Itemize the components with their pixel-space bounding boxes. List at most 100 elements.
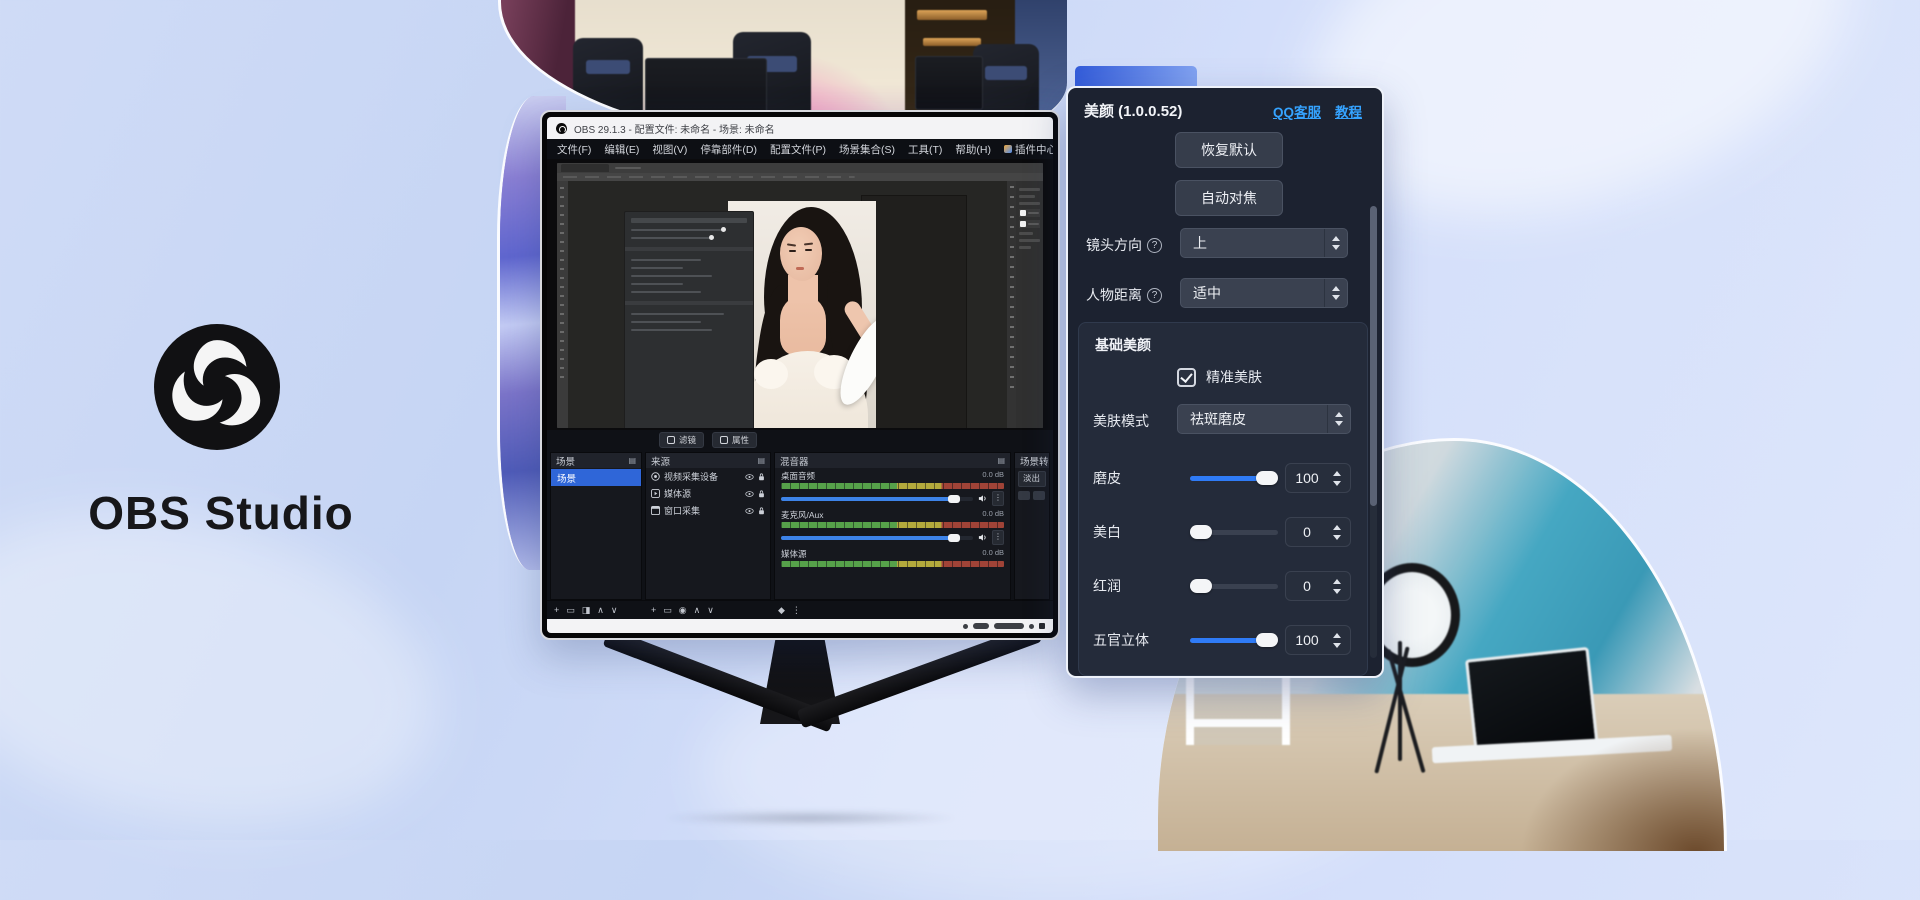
menu-scene-collection[interactable]: 场景集合(S) xyxy=(839,142,895,157)
volume-slider[interactable] xyxy=(781,536,973,540)
remove-scene-button[interactable]: ▭ xyxy=(566,605,575,616)
scenes-dock: 场景▤ 场景 xyxy=(550,452,642,600)
menu-help[interactable]: 帮助(H) xyxy=(955,142,991,157)
scene-item-selected[interactable]: 场景 xyxy=(551,469,641,486)
stepper-arrows[interactable] xyxy=(1324,279,1347,307)
status-pill xyxy=(973,623,989,629)
stepper-arrows[interactable] xyxy=(1327,405,1350,433)
window-icon xyxy=(651,506,660,515)
ps-floating-panel xyxy=(624,211,754,428)
lock-icon[interactable] xyxy=(758,507,765,515)
duplicate-scene-button[interactable]: ◨ xyxy=(582,605,591,616)
checkbox-checked[interactable] xyxy=(1177,368,1196,387)
stepper-arrows[interactable] xyxy=(1324,229,1347,257)
person-distance-select[interactable]: 适中 xyxy=(1180,278,1348,308)
whitening-slider-row: 美白 0 xyxy=(1079,517,1367,547)
slider-track[interactable] xyxy=(1190,584,1278,589)
channel-name: 麦克风/Aux xyxy=(781,509,824,521)
transition-select[interactable]: 淡出 xyxy=(1018,471,1046,487)
slider-thumb[interactable] xyxy=(1256,633,1278,647)
move-source-up-button[interactable]: ∧ xyxy=(694,605,701,616)
speaker-icon[interactable] xyxy=(978,494,987,503)
volume-slider[interactable] xyxy=(781,497,973,501)
volume-meter xyxy=(781,561,1004,567)
menu-tools[interactable]: 工具(T) xyxy=(908,142,942,157)
precise-skin-checkbox-row[interactable]: 精准美肤 xyxy=(1177,367,1262,387)
monitor: OBS 29.1.3 - 配置文件: 未命名 - 场景: 未命名 文件(F) 编… xyxy=(540,110,1060,640)
basic-beauty-group: 基础美颜 精准美肤 美肤模式 祛斑磨皮 磨皮 100 美白 0 xyxy=(1078,322,1368,676)
transitions-dock-title: 场景转场 xyxy=(1020,454,1050,468)
qq-support-link[interactable]: QQ客服 xyxy=(1273,101,1321,121)
monitor-shadow xyxy=(660,810,960,826)
dock-options-icon[interactable]: ▤ xyxy=(997,456,1005,465)
mixer-config-button[interactable]: ◆ xyxy=(778,605,785,616)
slider-track[interactable] xyxy=(1190,638,1278,643)
add-source-button[interactable]: + xyxy=(651,605,656,615)
scrollbar-thumb[interactable] xyxy=(1370,206,1377,506)
panel-scrollbar[interactable] xyxy=(1370,206,1377,658)
obs-studio-wordmark: OBS Studio xyxy=(56,486,386,540)
menu-plugin-center[interactable]: 插件中心 xyxy=(1004,142,1053,157)
value-spinbox[interactable]: 100 xyxy=(1285,625,1351,655)
source-row[interactable]: 视频采集设备 xyxy=(646,468,770,485)
move-source-down-button[interactable]: ∨ xyxy=(707,605,714,616)
precise-skin-label: 精准美肤 xyxy=(1206,367,1262,387)
slider-track[interactable] xyxy=(1190,530,1278,535)
auto-focus-button[interactable]: 自动对焦 xyxy=(1175,180,1283,216)
obs-titlebar[interactable]: OBS 29.1.3 - 配置文件: 未命名 - 场景: 未命名 xyxy=(547,117,1053,139)
value-spinbox[interactable]: 100 xyxy=(1285,463,1351,493)
beauty-panel-title: 美颜 (1.0.0.52) xyxy=(1084,100,1182,121)
menu-file[interactable]: 文件(F) xyxy=(557,142,591,157)
add-scene-button[interactable]: + xyxy=(554,605,559,615)
menu-docks[interactable]: 停靠部件(D) xyxy=(700,142,757,157)
restore-defaults-button[interactable]: 恢复默认 xyxy=(1175,132,1283,168)
move-scene-up-button[interactable]: ∧ xyxy=(597,605,604,616)
rosy-slider-row: 红润 0 xyxy=(1079,571,1367,601)
channel-menu-button[interactable]: ⋮ xyxy=(992,491,1004,506)
scene-transitions-dock: 场景转场 淡出 xyxy=(1014,452,1050,600)
move-scene-down-button[interactable]: ∨ xyxy=(611,605,618,616)
menu-profile[interactable]: 配置文件(P) xyxy=(770,142,826,157)
lock-icon[interactable] xyxy=(758,473,765,481)
dock-options-icon[interactable]: ▤ xyxy=(628,456,636,465)
value-spinbox[interactable]: 0 xyxy=(1285,571,1351,601)
basic-beauty-title: 基础美颜 xyxy=(1095,335,1151,355)
source-properties-button[interactable]: ◉ xyxy=(679,605,687,616)
add-transition-button[interactable] xyxy=(1018,491,1030,500)
dock-options-icon[interactable]: ▤ xyxy=(757,456,765,465)
slider-thumb[interactable] xyxy=(1256,471,1278,485)
slider-thumb[interactable] xyxy=(1190,579,1212,593)
scenes-toolbar: + ▭ ◨ ∧ ∨ xyxy=(547,605,647,616)
volume-meter xyxy=(781,522,1004,528)
lens-direction-select[interactable]: 上 xyxy=(1180,228,1348,258)
lock-icon[interactable] xyxy=(758,490,765,498)
skin-mode-select[interactable]: 祛斑磨皮 xyxy=(1177,404,1351,434)
properties-icon xyxy=(720,436,728,444)
eye-icon[interactable] xyxy=(745,491,754,497)
slider-thumb[interactable] xyxy=(1190,525,1212,539)
properties-button[interactable]: 属性 xyxy=(712,432,757,448)
channel-menu-button[interactable]: ⋮ xyxy=(992,530,1004,545)
tutorial-link[interactable]: 教程 xyxy=(1335,101,1362,121)
slider-track[interactable] xyxy=(1190,476,1278,481)
menu-edit[interactable]: 编辑(E) xyxy=(604,142,639,157)
value-spinbox[interactable]: 0 xyxy=(1285,517,1351,547)
beauty-filter-panel: 美颜 (1.0.0.52) QQ客服 教程 恢复默认 自动对焦 镜头方向? 上 … xyxy=(1066,86,1384,678)
source-row[interactable]: 媒体源 xyxy=(646,485,770,502)
channel-name: 媒体源 xyxy=(781,548,807,560)
obs-window-title: OBS 29.1.3 - 配置文件: 未命名 - 场景: 未命名 xyxy=(574,121,775,136)
help-icon[interactable]: ? xyxy=(1147,238,1162,253)
source-row[interactable]: 窗口采集 xyxy=(646,502,770,519)
eye-icon[interactable] xyxy=(745,474,754,480)
ps-tab-bar xyxy=(557,163,1043,173)
remove-source-button[interactable]: ▭ xyxy=(663,605,672,616)
obs-preview[interactable] xyxy=(547,159,1053,430)
filters-button[interactable]: 滤镜 xyxy=(659,432,704,448)
ps-options-bar xyxy=(557,173,1043,181)
eye-icon[interactable] xyxy=(745,508,754,514)
speaker-icon[interactable] xyxy=(978,533,987,542)
help-icon[interactable]: ? xyxy=(1147,288,1162,303)
menu-view[interactable]: 视图(V) xyxy=(652,142,687,157)
mixer-menu-button[interactable]: ⋮ xyxy=(792,605,801,616)
remove-transition-button[interactable] xyxy=(1033,491,1045,500)
